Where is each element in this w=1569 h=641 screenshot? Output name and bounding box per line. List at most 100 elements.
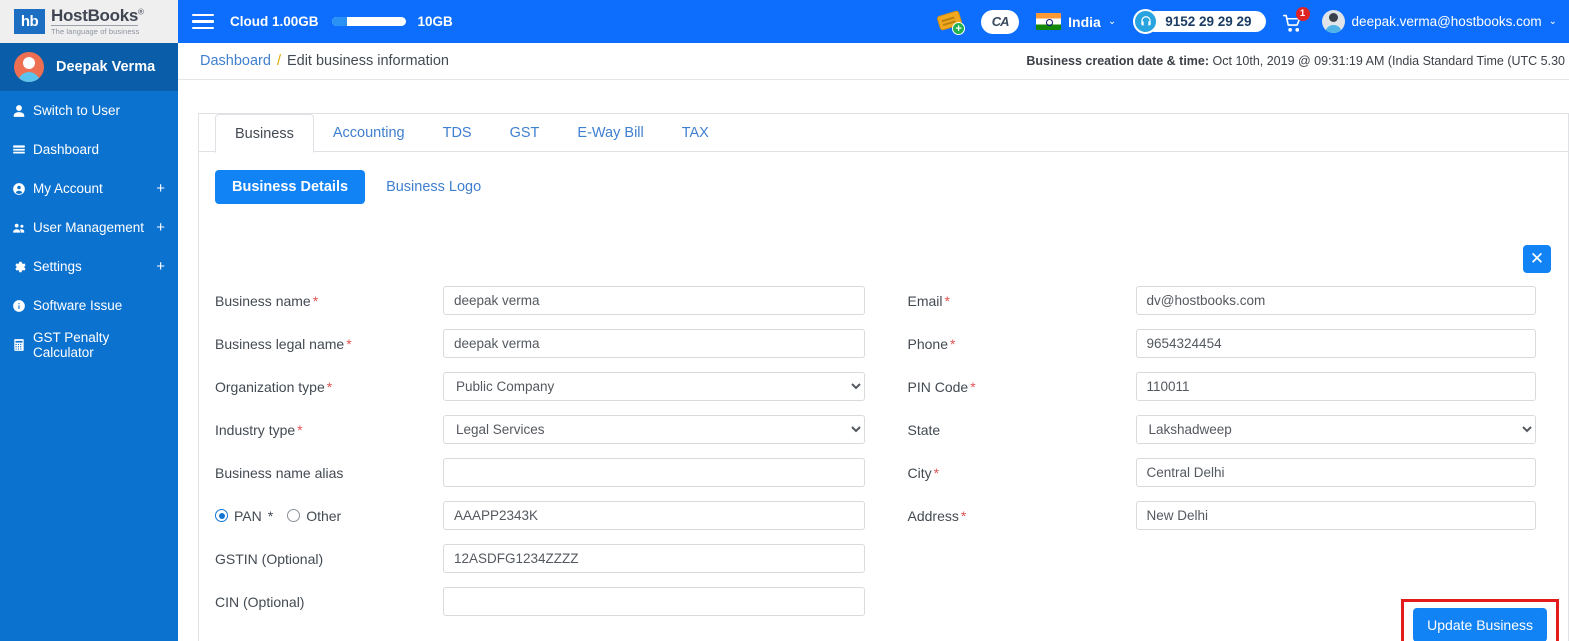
sidebar-item-my-account[interactable]: My Account + bbox=[0, 169, 178, 208]
city-input[interactable] bbox=[1135, 458, 1536, 487]
label-phone: Phone * bbox=[907, 335, 956, 352]
cloud-storage-label: Cloud 1.00GB bbox=[230, 14, 319, 29]
user-email-label: deepak.verma@hostbooks.com bbox=[1351, 14, 1542, 29]
form-footer: Update Business bbox=[199, 595, 1569, 641]
field-business-name: Business name * bbox=[215, 279, 865, 322]
field-city: City * bbox=[907, 451, 1536, 494]
business-details-form: Business name* Business legal name* Orga… bbox=[199, 279, 1569, 623]
sidebar-item-software-issue[interactable]: Software Issue bbox=[0, 286, 178, 325]
users-group-icon bbox=[12, 221, 33, 235]
sidebar-user-name: Deepak Verma bbox=[56, 59, 156, 75]
ca-logo-icon[interactable]: CA bbox=[981, 9, 1020, 34]
user-menu[interactable]: deepak.verma@hostbooks.com ⌄ bbox=[1321, 10, 1557, 33]
tab-tds[interactable]: TDS bbox=[424, 114, 491, 152]
tab-tax[interactable]: TAX bbox=[663, 114, 728, 152]
plus-badge-icon: + bbox=[952, 21, 966, 35]
sidebar-item-label: Dashboard bbox=[33, 142, 100, 157]
field-organization-type: Organization type * Public Company bbox=[215, 365, 865, 408]
add-ticket-icon[interactable]: + bbox=[936, 9, 966, 35]
user-icon bbox=[12, 104, 33, 118]
subtab-business-details[interactable]: Business Details bbox=[215, 170, 366, 204]
field-business-legal-name: Business legal name * bbox=[215, 322, 865, 365]
main-content: Dashboard / Edit business information Bu… bbox=[178, 43, 1569, 641]
account-circle-icon bbox=[12, 182, 33, 196]
cart-icon[interactable]: 1 bbox=[1282, 6, 1310, 34]
brand-badge: hb bbox=[14, 9, 45, 34]
sidebar-item-label: GST Penalty Calculator bbox=[33, 329, 110, 360]
calculator-icon bbox=[12, 338, 33, 352]
gstin-input[interactable] bbox=[443, 544, 865, 573]
form-column-right: Email* Phone* PIN Code* State Lakshadwee… bbox=[885, 279, 1555, 623]
field-business-name-alias: Business name alias bbox=[215, 451, 865, 494]
radio-other[interactable] bbox=[287, 509, 301, 522]
cart-count-badge: 1 bbox=[1295, 6, 1310, 21]
tab-accounting[interactable]: Accounting bbox=[314, 114, 424, 152]
business-name-input[interactable] bbox=[443, 286, 865, 315]
label-pin-code: PIN Code * bbox=[907, 378, 976, 395]
pan-input[interactable] bbox=[443, 501, 865, 530]
phone-input[interactable] bbox=[1135, 329, 1536, 358]
chevron-down-icon: ⌄ bbox=[1548, 16, 1557, 27]
gear-icon bbox=[12, 260, 33, 274]
update-button-highlight: Update Business bbox=[1401, 599, 1559, 641]
sidebar-item-gst-penalty-calculator[interactable]: GST Penalty Calculator bbox=[0, 325, 178, 364]
expand-plus-icon[interactable]: + bbox=[156, 220, 165, 235]
business-creation-info: Business creation date & time: Oct 10th,… bbox=[1026, 54, 1569, 68]
field-gstin: GSTIN (Optional) bbox=[215, 537, 865, 580]
tab-gst[interactable]: GST bbox=[491, 114, 559, 152]
radio-pan[interactable] bbox=[215, 509, 228, 522]
subtab-business-logo[interactable]: Business Logo bbox=[369, 170, 498, 204]
expand-plus-icon[interactable]: + bbox=[156, 259, 165, 274]
field-phone: Phone * bbox=[907, 322, 1536, 365]
form-column-left: Business name* Business legal name* Orga… bbox=[215, 279, 885, 623]
sidebar-user-profile[interactable]: Deepak Verma bbox=[0, 43, 178, 91]
business-name-alias-input[interactable] bbox=[443, 458, 865, 487]
avatar bbox=[1321, 10, 1345, 33]
sidebar-item-label: My Account bbox=[33, 181, 103, 196]
email-input[interactable] bbox=[1135, 286, 1536, 315]
brand-logo[interactable]: hb HostBooks® The language of business bbox=[0, 0, 178, 43]
support-phone[interactable]: 9152 29 29 29 bbox=[1133, 9, 1266, 34]
sidebar-item-dashboard[interactable]: Dashboard bbox=[0, 130, 178, 169]
label-email: Email * bbox=[907, 292, 950, 309]
organization-type-select[interactable]: Public Company bbox=[443, 372, 865, 401]
tab-eway-bill[interactable]: E-Way Bill bbox=[558, 114, 662, 152]
update-business-button[interactable]: Update Business bbox=[1413, 608, 1547, 641]
sidebar-item-label: User Management bbox=[33, 220, 145, 235]
storage-progress-fill bbox=[331, 17, 348, 26]
country-selector[interactable]: India ⌄ bbox=[1036, 13, 1116, 30]
chevron-down-icon: ⌄ bbox=[1107, 16, 1117, 27]
sidebar-item-switch-to-user[interactable]: Switch to User bbox=[0, 91, 178, 130]
expand-plus-icon[interactable]: + bbox=[156, 181, 165, 196]
breadcrumb: Dashboard / Edit business information Bu… bbox=[178, 43, 1569, 80]
industry-type-select[interactable]: Legal Services bbox=[443, 415, 865, 444]
support-phone-number: 9152 29 29 29 bbox=[1145, 11, 1266, 32]
label-business-name-alias: Business name alias bbox=[215, 464, 344, 481]
breadcrumb-dashboard-link[interactable]: Dashboard bbox=[200, 53, 271, 69]
breadcrumb-current: Edit business information bbox=[286, 53, 449, 69]
pan-radio-group: PAN * Other bbox=[215, 508, 443, 524]
label-state: State bbox=[907, 421, 941, 438]
cloud-storage-max: 10GB bbox=[417, 14, 453, 29]
pin-code-input[interactable] bbox=[1135, 372, 1536, 401]
sidebar-item-user-management[interactable]: User Management + bbox=[0, 208, 178, 247]
business-legal-name-input[interactable] bbox=[443, 329, 865, 358]
field-address: Address * bbox=[907, 494, 1536, 537]
field-pan: PAN * Other bbox=[215, 494, 865, 537]
address-input[interactable] bbox=[1135, 501, 1536, 530]
business-creation-label: Business creation date & time: bbox=[1026, 54, 1210, 68]
sidebar-item-label: Settings bbox=[33, 259, 82, 274]
state-select[interactable]: Lakshadweep bbox=[1135, 415, 1536, 444]
label-address: Address * bbox=[907, 507, 967, 524]
sidebar-item-settings[interactable]: Settings + bbox=[0, 247, 178, 286]
ca-glyph: CA bbox=[991, 14, 1010, 29]
business-form-card: Business Accounting TDS GST E-Way Bill T… bbox=[198, 113, 1569, 641]
close-icon[interactable]: ✕ bbox=[1523, 245, 1551, 273]
sub-tab-bar: Business Details Business Logo bbox=[199, 152, 1568, 204]
label-city: City * bbox=[907, 464, 940, 481]
label-business-name: Business name * bbox=[215, 292, 319, 309]
tab-business[interactable]: Business bbox=[215, 114, 314, 153]
label-gstin: GSTIN (Optional) bbox=[215, 550, 324, 567]
label-business-legal-name: Business legal name * bbox=[215, 335, 352, 352]
hamburger-icon[interactable] bbox=[192, 13, 214, 30]
